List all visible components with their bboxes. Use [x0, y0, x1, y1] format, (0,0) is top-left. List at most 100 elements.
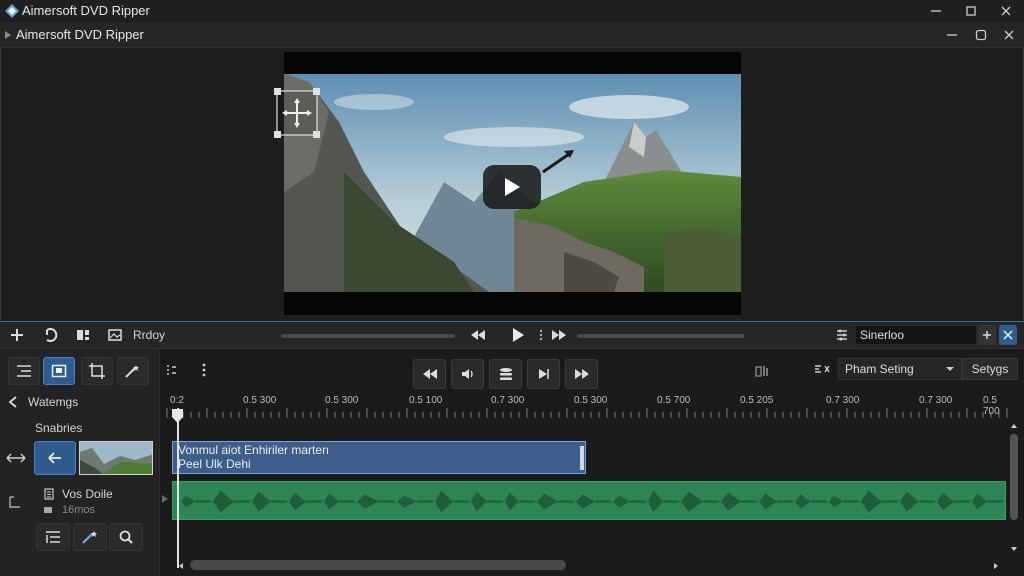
scroll-left-icon[interactable] [177, 562, 185, 570]
player-toolbar: Rrdoy [0, 321, 1024, 349]
panel-close-button[interactable] [999, 27, 1019, 43]
play-icon [505, 178, 520, 196]
filter-icon[interactable] [829, 323, 855, 347]
caption-icon[interactable] [8, 495, 22, 509]
more-options-icon[interactable] [200, 363, 208, 377]
layout-icon[interactable] [70, 323, 96, 347]
rotate-icon[interactable] [38, 323, 64, 347]
track-marker-icon [161, 494, 169, 504]
dots-icon [537, 329, 545, 341]
seek-track-right[interactable] [577, 334, 744, 338]
clip-text-line2: Peel Ulk Dehi [178, 457, 251, 471]
ruler-tick-label: 0.7 300 [826, 395, 860, 406]
scroll-up-icon[interactable] [1010, 422, 1018, 430]
playhead-line[interactable] [177, 408, 179, 568]
ruler-tick-label: 0.5 205 [740, 395, 774, 406]
video-play-button[interactable] [483, 165, 541, 209]
audio-meter-icon[interactable] [755, 364, 771, 378]
list-icon [17, 365, 31, 377]
magic-wand-icon [125, 365, 139, 378]
window-titlebar: Aimersoft DVD Ripper [0, 0, 1024, 22]
transition-button[interactable] [34, 441, 76, 475]
list-view-button[interactable] [8, 357, 40, 385]
panel-minimize-button[interactable] [942, 27, 962, 43]
horizontal-scrollbar[interactable] [190, 560, 566, 570]
timeline-ruler[interactable]: 0:2 0.5 300 0.5 300 0.5 100 0.7 300 0.5 300 0.… [165, 390, 1010, 418]
scroll-right-icon[interactable] [992, 562, 1000, 570]
vertical-scrollbar[interactable] [1010, 434, 1018, 520]
stack-button[interactable] [489, 359, 522, 389]
add-search-button[interactable] [978, 325, 996, 345]
crop-tool-button[interactable] [81, 357, 113, 385]
zoom-button[interactable] [109, 523, 143, 551]
audio-track[interactable] [172, 481, 1006, 520]
add-icon[interactable] [4, 323, 30, 347]
landscape-thumbnail-image [80, 442, 152, 474]
ruler-tick-label: 0.5 300 [243, 395, 277, 406]
ruler-tick-label: 0.5 300 [325, 395, 359, 406]
step-back-button[interactable] [413, 359, 446, 389]
step-forward-button[interactable] [565, 359, 598, 389]
settings-button[interactable]: Setygs [962, 358, 1018, 380]
play-forward-icon [538, 369, 549, 379]
status-square-icon [44, 507, 52, 513]
preset-setting-select[interactable]: Pham Seting [838, 358, 962, 380]
ruler-tick-label: 0.5 700 [657, 395, 691, 406]
crop-move-handle[interactable] [274, 88, 320, 138]
split-icon[interactable] [166, 363, 178, 377]
clip-text-line1: Vonmul aiot Enhiriler marten [178, 443, 329, 457]
expand-arrows-icon[interactable] [6, 451, 26, 465]
ruler-tick-label: 0:2 [170, 395, 184, 406]
format-icon[interactable] [808, 359, 836, 379]
ruler-tick-label: 0.7 300 [491, 395, 525, 406]
fast-forward-icon [574, 369, 589, 379]
list-icon [46, 531, 60, 543]
next-frame-button[interactable] [527, 359, 560, 389]
ruler-ticks [166, 408, 1008, 418]
clip-trim-handle[interactable] [580, 446, 584, 470]
trim-icon [51, 364, 67, 378]
ruler-tick-label: 0.5 700 [983, 395, 1000, 417]
app-header: Aimersoft DVD Ripper [0, 22, 1024, 48]
fast-forward-button[interactable] [546, 323, 572, 347]
crop-icon [89, 363, 105, 379]
play-button[interactable] [505, 323, 531, 347]
volume-button[interactable] [451, 359, 484, 389]
image-icon [108, 328, 122, 342]
minimize-button[interactable] [926, 3, 946, 19]
maximize-button[interactable] [961, 3, 981, 19]
panel-restore-button[interactable] [971, 27, 991, 43]
seek-track-left[interactable] [281, 334, 455, 338]
search-input[interactable] [855, 325, 977, 345]
magic-wand-icon [82, 531, 97, 544]
media-title: Vos Doile [62, 487, 113, 501]
media-subtitle: 16mos [62, 504, 96, 516]
rewind-icon [422, 369, 437, 379]
list-settings-button[interactable] [36, 523, 70, 551]
play-small-icon [513, 328, 524, 342]
media-thumbnail[interactable] [79, 441, 153, 475]
app-logo-icon [4, 3, 20, 19]
cursor-icon [48, 452, 61, 464]
rewind-button[interactable] [465, 323, 491, 347]
chevron-down-icon [946, 367, 954, 371]
audio-waveform [181, 490, 1003, 513]
rewind-icon [471, 330, 485, 340]
preset-setting-label: Pham Seting [845, 362, 914, 376]
scroll-down-icon[interactable] [1010, 545, 1018, 553]
enhance-button[interactable] [73, 523, 107, 551]
ruler-tick-label: 0.5 300 [574, 395, 608, 406]
trim-tool-button[interactable] [43, 357, 75, 385]
app-menu-icon[interactable] [4, 30, 12, 40]
back-chevron-icon[interactable] [8, 396, 18, 408]
volume-icon [461, 369, 473, 379]
text-clip[interactable]: Vonmul aiot Enhiriler marten Peel Ulk De… [172, 441, 586, 474]
close-button[interactable] [996, 3, 1016, 19]
document-icon [44, 488, 54, 500]
fast-forward-icon [552, 330, 566, 340]
effect-tool-button[interactable] [117, 357, 149, 385]
playhead-handle[interactable] [171, 408, 184, 424]
ruler-tick-label: 0.7 300 [919, 395, 953, 406]
layers-icon [499, 368, 512, 380]
close-search-button[interactable] [999, 325, 1017, 345]
